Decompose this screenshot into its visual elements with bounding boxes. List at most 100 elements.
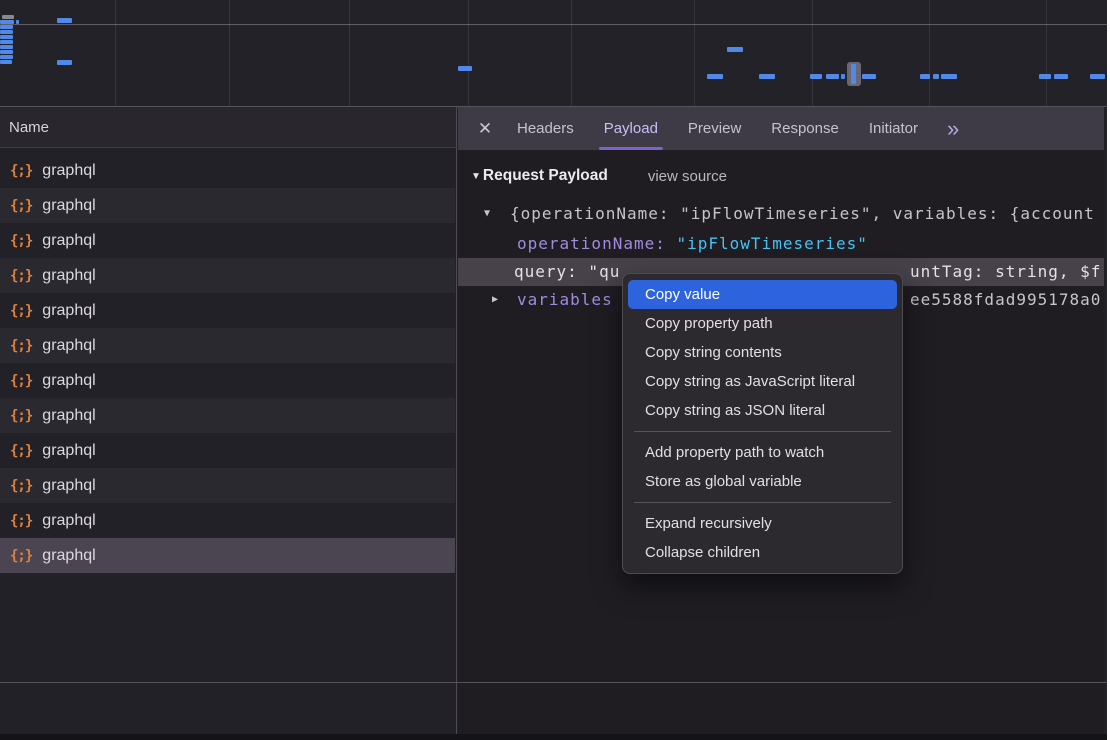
waterfall-bar[interactable] [0, 60, 12, 64]
overview-gridline [812, 0, 813, 106]
overview-gridline [571, 0, 572, 106]
request-row[interactable]: {;}graphql [0, 258, 455, 293]
waterfall-bar[interactable] [0, 30, 13, 34]
tab-initiator[interactable]: Initiator [854, 107, 933, 150]
request-row[interactable]: {;}graphql [0, 433, 455, 468]
request-row[interactable]: {;}graphql [0, 328, 455, 363]
waterfall-bar[interactable] [1090, 74, 1105, 79]
request-row[interactable]: {;}graphql [0, 503, 455, 538]
menu-item-copy-property-path[interactable]: Copy property path [628, 309, 897, 338]
request-row[interactable]: {;} graphql [0, 293, 455, 328]
footer-divider [0, 682, 1107, 683]
query-text-left: query: "qu [514, 258, 620, 286]
waterfall-bar[interactable] [0, 25, 13, 29]
name-column-header[interactable]: Name [0, 107, 456, 148]
expand-arrow-icon[interactable]: ▶ [492, 286, 498, 314]
property-key: variables [517, 286, 613, 314]
overview-gridline [468, 0, 469, 106]
overview-gridline [115, 0, 116, 106]
waterfall-bar[interactable] [0, 50, 13, 54]
section-title: Request Payload [483, 167, 608, 185]
menu-item-copy-string-as-json-literal[interactable]: Copy string as JSON literal [628, 396, 897, 425]
request-name: graphql [42, 267, 95, 285]
overview-gridline [1046, 0, 1047, 106]
request-row[interactable]: {;} graphql [0, 398, 455, 433]
tab-response[interactable]: Response [756, 107, 854, 150]
waterfall-bar[interactable] [759, 74, 775, 79]
waterfall-bar[interactable] [458, 66, 472, 71]
menu-item-add-property-path-to-watch[interactable]: Add property path to watch [628, 438, 897, 467]
waterfall-bar[interactable] [57, 60, 72, 65]
overview-selected-marker[interactable] [847, 62, 861, 86]
waterfall-bar[interactable] [0, 45, 13, 49]
request-name: graphql [42, 477, 95, 495]
tab-preview[interactable]: Preview [673, 107, 756, 150]
request-list: {;} graphql {;} graphql {;} graphql {;} graphql… [0, 153, 455, 573]
request-row[interactable]: {;} graphql [0, 188, 455, 223]
waterfall-bar[interactable] [826, 74, 839, 79]
menu-item-copy-value[interactable]: Copy value [628, 280, 897, 309]
waterfall-bar[interactable] [933, 74, 939, 79]
request-name: graphql [42, 547, 95, 565]
view-source-link[interactable]: view source [648, 168, 727, 185]
payload-root-row[interactable]: ▼ {operationName: "ipFlowTimeseries", va… [458, 200, 1104, 228]
waterfall-bar[interactable] [707, 74, 723, 79]
overview-gridline [349, 0, 350, 106]
tab-bar: ✕ HeadersPayloadPreviewResponseInitiator… [458, 107, 1104, 150]
request-name: graphql [42, 162, 95, 180]
tab-headers[interactable]: Headers [502, 107, 589, 150]
json-braces-icon: {;} [10, 303, 32, 319]
request-row[interactable]: {;} graphql [0, 363, 455, 398]
request-row[interactable]: {;}graphql [0, 223, 455, 258]
collapse-arrow-icon[interactable]: ▼ [484, 200, 490, 228]
operation-name-row[interactable]: operationName: "ipFlowTimeseries" [458, 230, 1104, 258]
menu-item-copy-string-as-javascript-literal[interactable]: Copy string as JavaScript literal [628, 367, 897, 396]
close-icon[interactable]: ✕ [468, 119, 502, 139]
request-name: graphql [42, 337, 95, 355]
waterfall-bar[interactable] [57, 18, 72, 23]
network-overview[interactable] [0, 0, 1107, 107]
json-braces-icon: {;} [10, 443, 32, 459]
waterfall-bar [851, 64, 856, 84]
tab-payload[interactable]: Payload [589, 107, 673, 150]
waterfall-bar[interactable] [862, 74, 876, 79]
request-name: graphql [42, 512, 95, 530]
json-braces-icon: {;} [10, 548, 32, 564]
devtools-screenshot: Name {;}graphql{;}graphql{;}graphql{;}gr… [0, 0, 1110, 740]
menu-item-collapse-children[interactable]: Collapse children [628, 538, 897, 567]
menu-item-copy-string-contents[interactable]: Copy string contents [628, 338, 897, 367]
request-name: graphql [42, 372, 95, 390]
overview-gridline [929, 0, 930, 106]
payload-preview-text: {operationName: "ipFlowTimeseries", vari… [510, 200, 1095, 228]
request-row[interactable]: {;} graphql [0, 153, 455, 188]
context-menu: Copy valueCopy property pathCopy string … [622, 273, 903, 574]
json-braces-icon: {;} [10, 163, 32, 179]
request-name: graphql [42, 197, 95, 215]
waterfall-bar[interactable] [727, 47, 743, 52]
bottom-edge [0, 734, 1107, 740]
waterfall-bar[interactable] [2, 15, 14, 19]
request-row[interactable]: {;}graphql [0, 468, 455, 503]
json-braces-icon: {;} [10, 373, 32, 389]
requests-panel: Name {;}graphql{;}graphql{;}graphql{;}gr… [0, 107, 457, 734]
section-collapse-icon[interactable]: ▼ [471, 171, 481, 182]
waterfall-bar[interactable] [1054, 74, 1068, 79]
menu-item-store-as-global-variable[interactable]: Store as global variable [628, 467, 897, 496]
waterfall-bar[interactable] [0, 20, 14, 24]
json-braces-icon: {;} [10, 408, 32, 424]
waterfall-bar[interactable] [941, 74, 957, 79]
waterfall-bar[interactable] [920, 74, 930, 79]
waterfall-bar[interactable] [0, 55, 13, 59]
request-name: graphql [42, 302, 95, 320]
request-row[interactable]: {;} graphql [0, 538, 455, 573]
waterfall-bar[interactable] [841, 74, 845, 79]
json-braces-icon: {;} [10, 198, 32, 214]
waterfall-bar[interactable] [0, 40, 13, 44]
more-tabs-icon[interactable]: » [947, 107, 959, 150]
waterfall-bar[interactable] [16, 20, 19, 24]
waterfall-bar[interactable] [0, 35, 13, 39]
menu-item-expand-recursively[interactable]: Expand recursively [628, 509, 897, 538]
waterfall-bar[interactable] [1039, 74, 1051, 79]
request-name: graphql [42, 407, 95, 425]
waterfall-bar[interactable] [810, 74, 822, 79]
